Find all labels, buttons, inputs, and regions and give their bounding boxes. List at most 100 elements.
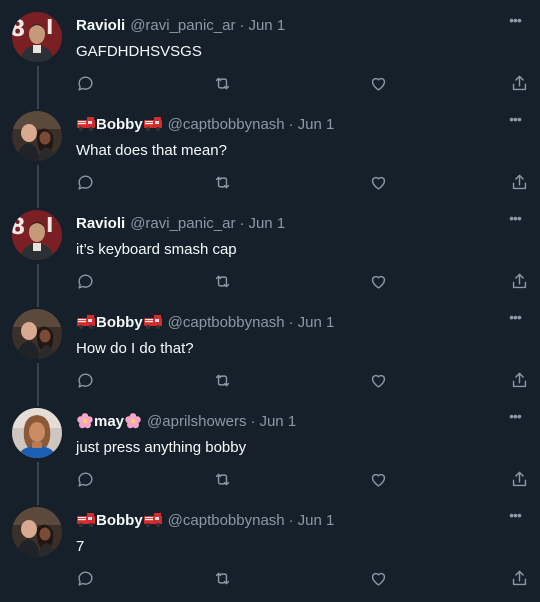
- tweet[interactable]: 8 I Ravioli @ravi_panic_ar · Jun 1 ••• i…: [0, 198, 540, 297]
- avatar[interactable]: [12, 507, 62, 557]
- share-icon: [512, 75, 526, 90]
- reply-button[interactable]: [74, 468, 96, 490]
- heart-icon: [371, 374, 385, 388]
- reply-button[interactable]: [74, 72, 96, 94]
- more-options-icon[interactable]: •••: [504, 109, 526, 129]
- tweet-date[interactable]: Jun 1: [298, 116, 335, 133]
- retweet-button[interactable]: [211, 369, 233, 391]
- user-handle[interactable]: @captbobbynash: [168, 512, 285, 529]
- user-handle[interactable]: @captbobbynash: [168, 116, 285, 133]
- display-name[interactable]: Bobby: [76, 116, 163, 133]
- svg-text:I: I: [46, 213, 53, 237]
- ravioli-avatar-image: 8 I: [12, 12, 62, 62]
- tweet-text: What does that mean?: [76, 142, 227, 159]
- reply-button[interactable]: [74, 270, 96, 292]
- like-button[interactable]: [367, 270, 389, 292]
- separator-dot: ·: [288, 511, 294, 529]
- tweet-date[interactable]: Jun 1: [259, 413, 296, 430]
- reply-button[interactable]: [74, 369, 96, 391]
- tweet-actions: [76, 72, 526, 96]
- heart-icon: [371, 473, 385, 487]
- separator-dot: ·: [250, 412, 256, 430]
- tweet[interactable]: Bobby @captbobbynash · Jun 1 ••• What do…: [0, 99, 540, 198]
- tweet-text: How do I do that?: [76, 340, 194, 357]
- avatar[interactable]: [12, 309, 62, 359]
- more-options-icon[interactable]: •••: [504, 505, 526, 525]
- reply-button[interactable]: [74, 171, 96, 193]
- tweet-actions: [76, 369, 526, 393]
- thread-connector: [37, 198, 39, 208]
- share-icon: [512, 174, 526, 189]
- avatar[interactable]: [12, 111, 62, 161]
- fire-engine-icon: [77, 117, 95, 131]
- tweet-actions: [76, 567, 526, 591]
- tweet[interactable]: may @aprilshowers · Jun 1 ••• just press…: [0, 396, 540, 495]
- share-button[interactable]: [508, 567, 530, 589]
- more-options-icon[interactable]: •••: [504, 208, 526, 228]
- share-button[interactable]: [508, 270, 530, 292]
- like-button[interactable]: [367, 171, 389, 193]
- fire-engine-icon: [77, 513, 95, 527]
- more-options-icon[interactable]: •••: [504, 406, 526, 426]
- share-button[interactable]: [508, 369, 530, 391]
- like-button[interactable]: [367, 72, 389, 94]
- bobby-avatar-image: [12, 111, 62, 161]
- speech-bubble-icon: [77, 373, 93, 388]
- fire-engine-icon: [143, 315, 162, 329]
- display-name[interactable]: Bobby: [76, 512, 163, 529]
- display-name[interactable]: may: [76, 412, 142, 430]
- user-handle[interactable]: @captbobbynash: [168, 314, 285, 331]
- separator-dot: ·: [288, 115, 294, 133]
- avatar[interactable]: [12, 408, 62, 458]
- bobby-avatar-image: [12, 309, 62, 359]
- retweet-button[interactable]: [211, 72, 233, 94]
- tweet-date[interactable]: Jun 1: [248, 215, 285, 232]
- tweet-text: GAFDHDHSVSGS: [76, 43, 202, 60]
- thread-connector: [37, 495, 39, 505]
- share-icon: [512, 372, 526, 387]
- user-handle[interactable]: @ravi_panic_ar: [130, 17, 235, 34]
- share-button[interactable]: [508, 72, 530, 94]
- tweet[interactable]: 8 I Ravioli @ravi_panic_ar · Jun 1 ••• G…: [0, 0, 540, 99]
- bobby-avatar-image: [12, 507, 62, 557]
- display-name[interactable]: Ravioli: [76, 215, 125, 232]
- tweet-text: it’s keyboard smash cap: [76, 241, 237, 258]
- share-button[interactable]: [508, 468, 530, 490]
- share-icon: [512, 273, 526, 288]
- avatar[interactable]: 8 I: [12, 12, 62, 62]
- separator-dot: ·: [239, 214, 245, 232]
- tweet-date[interactable]: Jun 1: [298, 314, 335, 331]
- more-options-icon[interactable]: •••: [504, 307, 526, 327]
- heart-icon: [371, 275, 385, 289]
- share-button[interactable]: [508, 171, 530, 193]
- retweet-icon: [215, 275, 229, 287]
- tweet-text: just press anything bobby: [76, 439, 247, 456]
- tweet-date[interactable]: Jun 1: [298, 512, 335, 529]
- thread-connector: [37, 462, 39, 495]
- more-options-icon[interactable]: •••: [504, 10, 526, 30]
- retweet-icon: [215, 374, 229, 386]
- fire-engine-icon: [143, 513, 162, 527]
- speech-bubble-icon: [77, 472, 93, 487]
- tweet[interactable]: Bobby @captbobbynash · Jun 1 ••• 7: [0, 495, 540, 602]
- display-name[interactable]: Ravioli: [76, 17, 125, 34]
- retweet-button[interactable]: [211, 468, 233, 490]
- user-handle[interactable]: @aprilshowers: [147, 413, 246, 430]
- retweet-button[interactable]: [211, 270, 233, 292]
- retweet-button[interactable]: [211, 567, 233, 589]
- like-button[interactable]: [367, 369, 389, 391]
- fire-engine-icon: [143, 117, 162, 131]
- thread-connector: [37, 99, 39, 109]
- avatar[interactable]: 8 I: [12, 210, 62, 260]
- separator-dot: ·: [288, 313, 294, 331]
- cherry-blossom-icon: [125, 413, 141, 429]
- display-name[interactable]: Bobby: [76, 314, 163, 331]
- reply-button[interactable]: [74, 567, 96, 589]
- tweet-date[interactable]: Jun 1: [248, 17, 285, 34]
- user-handle[interactable]: @ravi_panic_ar: [130, 215, 235, 232]
- retweet-icon: [215, 572, 229, 584]
- like-button[interactable]: [367, 567, 389, 589]
- retweet-button[interactable]: [211, 171, 233, 193]
- like-button[interactable]: [367, 468, 389, 490]
- tweet[interactable]: Bobby @captbobbynash · Jun 1 ••• How do …: [0, 297, 540, 396]
